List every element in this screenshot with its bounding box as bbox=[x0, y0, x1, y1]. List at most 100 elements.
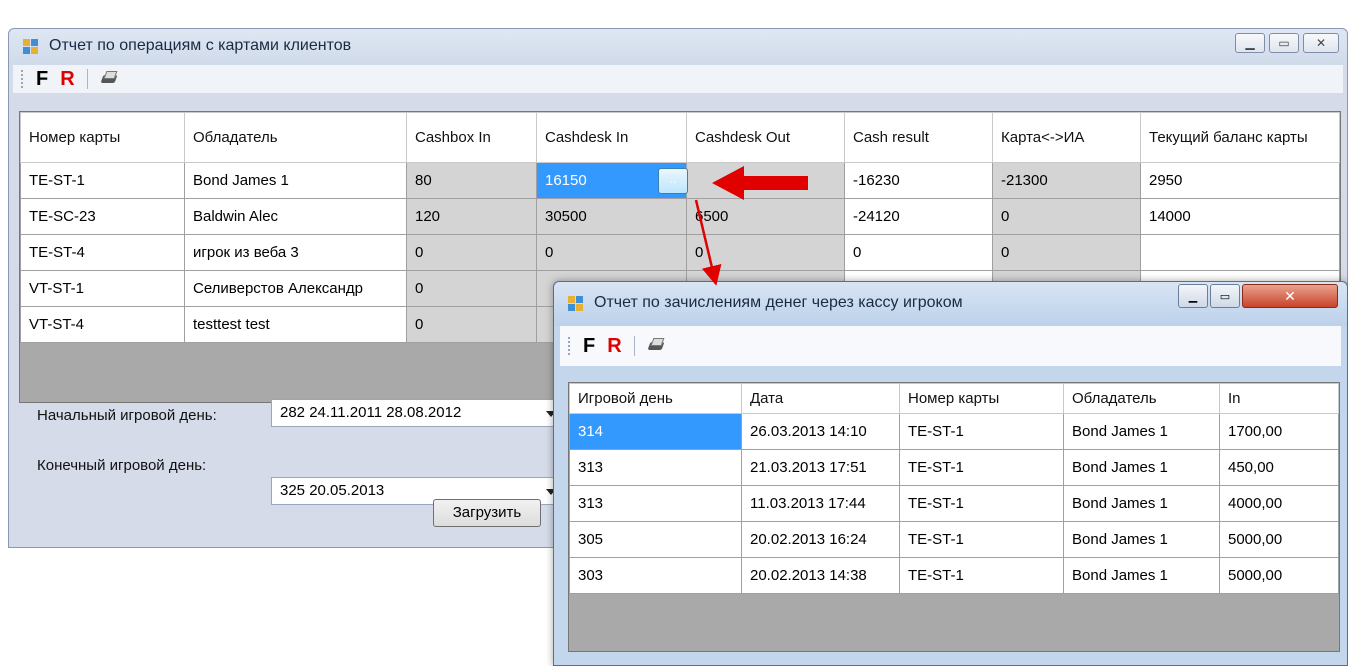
col-header-cashbox-in[interactable]: Cashbox In bbox=[406, 112, 537, 163]
cell[interactable]: 20.02.2013 16:24 bbox=[741, 521, 900, 558]
cell[interactable]: 305 bbox=[569, 521, 742, 558]
cell[interactable]: testtest test bbox=[184, 306, 407, 343]
refresh-r-button[interactable]: R bbox=[60, 68, 74, 91]
cell[interactable]: -24120 bbox=[844, 198, 993, 235]
col-header-cash-result[interactable]: Cash result bbox=[844, 112, 993, 163]
cell[interactable]: 303 bbox=[569, 557, 742, 594]
main-window-titlebar[interactable]: Отчет по операциям с картами клиентов ▁ … bbox=[9, 29, 1347, 65]
table-row[interactable]: 313 21.03.2013 17:51 TE-ST-1 Bond James … bbox=[569, 449, 1339, 486]
cell[interactable]: 6500 bbox=[686, 198, 845, 235]
cell[interactable]: 2950 bbox=[1140, 162, 1340, 199]
detail-window-titlebar[interactable]: Отчет по зачислениям денег через кассу и… bbox=[554, 282, 1347, 326]
cell[interactable]: 0 bbox=[992, 198, 1141, 235]
cell[interactable]: 11.03.2013 17:44 bbox=[741, 485, 900, 522]
cell[interactable]: игрок из веба 3 bbox=[184, 234, 407, 271]
maximize-button[interactable]: ▭ bbox=[1210, 284, 1240, 308]
cell[interactable]: 120 bbox=[406, 198, 537, 235]
cell[interactable]: 21.03.2013 17:51 bbox=[741, 449, 900, 486]
table-row[interactable]: 305 20.02.2013 16:24 TE-ST-1 Bond James … bbox=[569, 521, 1339, 558]
cell[interactable]: 26.03.2013 14:10 bbox=[741, 413, 900, 450]
col-header-cashdesk-out[interactable]: Cashdesk Out bbox=[686, 112, 845, 163]
col-header-card-ia[interactable]: Карта<->ИА bbox=[992, 112, 1141, 163]
cell[interactable]: Bond James 1 bbox=[1063, 557, 1220, 594]
refresh-r-button[interactable]: R bbox=[607, 335, 621, 358]
cell[interactable]: TE-ST-1 bbox=[20, 162, 185, 199]
col-header-in[interactable]: In bbox=[1219, 383, 1339, 414]
cell[interactable]: Селиверстов Александр bbox=[184, 270, 407, 307]
cell[interactable]: VT-ST-1 bbox=[20, 270, 185, 307]
cell[interactable]: 0 bbox=[406, 234, 537, 271]
cell[interactable]: 1700,00 bbox=[1219, 413, 1339, 450]
col-header-game-day[interactable]: Игровой день bbox=[569, 383, 742, 414]
col-header-date[interactable]: Дата bbox=[741, 383, 900, 414]
table-row[interactable]: 303 20.02.2013 14:38 TE-ST-1 Bond James … bbox=[569, 557, 1339, 594]
filter-f-button[interactable]: F bbox=[36, 68, 48, 91]
cell[interactable]: 313 bbox=[569, 485, 742, 522]
close-button[interactable]: ✕ bbox=[1242, 284, 1338, 308]
minimize-button[interactable]: ▁ bbox=[1178, 284, 1208, 308]
col-header-balance[interactable]: Текущий баланс карты bbox=[1140, 112, 1340, 163]
col-header-cashdesk-in[interactable]: Cashdesk In bbox=[536, 112, 687, 163]
cell[interactable]: TE-ST-4 bbox=[20, 234, 185, 271]
minimize-button[interactable]: ▁ bbox=[1235, 33, 1265, 53]
col-header-card-number[interactable]: Номер карты bbox=[20, 112, 185, 163]
cell[interactable]: TE-ST-1 bbox=[899, 485, 1064, 522]
table-row[interactable]: TE-SC-23 Baldwin Alec 120 30500 6500 -24… bbox=[20, 198, 1340, 235]
cell[interactable]: Bond James 1 bbox=[1063, 413, 1220, 450]
cell[interactable]: 450,00 bbox=[1219, 449, 1339, 486]
col-header-owner[interactable]: Обладатель bbox=[1063, 383, 1220, 414]
cell[interactable]: 5000,00 bbox=[1219, 557, 1339, 594]
cell[interactable]: 313 bbox=[569, 449, 742, 486]
cell[interactable]: -21300 bbox=[992, 162, 1141, 199]
toolbar-grip[interactable] bbox=[568, 337, 571, 355]
cell[interactable]: -16230 bbox=[844, 162, 993, 199]
cell[interactable]: TE-ST-1 bbox=[899, 413, 1064, 450]
cell[interactable]: 0 bbox=[844, 234, 993, 271]
start-day-combo[interactable]: 282 24.11.2011 28.08.2012 bbox=[271, 399, 563, 427]
cell-selected[interactable]: 314 bbox=[569, 413, 742, 450]
cell[interactable]: Baldwin Alec bbox=[184, 198, 407, 235]
cell-detail-button[interactable]: .. bbox=[658, 168, 688, 194]
toolbar-grip[interactable] bbox=[21, 70, 24, 88]
cell[interactable]: 20.02.2013 14:38 bbox=[741, 557, 900, 594]
filter-f-button[interactable]: F bbox=[583, 335, 595, 358]
cell[interactable]: 30500 bbox=[536, 198, 687, 235]
minimize-icon: ▁ bbox=[1245, 36, 1255, 50]
cell[interactable]: 0 bbox=[406, 306, 537, 343]
cell[interactable]: Bond James 1 bbox=[1063, 485, 1220, 522]
cell[interactable] bbox=[1140, 234, 1340, 271]
cell[interactable]: VT-ST-4 bbox=[20, 306, 185, 343]
col-header-owner[interactable]: Обладатель bbox=[184, 112, 407, 163]
cell[interactable] bbox=[686, 162, 845, 199]
detail-toolbar: F R bbox=[560, 326, 1341, 366]
cell[interactable]: 5000,00 bbox=[1219, 521, 1339, 558]
close-button[interactable]: ✕ bbox=[1303, 33, 1339, 53]
cell[interactable]: TE-ST-1 bbox=[899, 449, 1064, 486]
cell[interactable]: 4000,00 bbox=[1219, 485, 1339, 522]
cell-selected[interactable]: 16150 .. bbox=[536, 162, 688, 199]
table-row[interactable]: TE-ST-4 игрок из веба 3 0 0 0 0 0 bbox=[20, 234, 1340, 271]
cell[interactable]: 0 bbox=[536, 234, 687, 271]
load-button[interactable]: Загрузить bbox=[433, 499, 541, 527]
cell[interactable]: Bond James 1 bbox=[1063, 521, 1220, 558]
col-header-card-number[interactable]: Номер карты bbox=[899, 383, 1064, 414]
table-row[interactable]: 314 26.03.2013 14:10 TE-ST-1 Bond James … bbox=[569, 413, 1339, 450]
cell[interactable]: Bond James 1 bbox=[1063, 449, 1220, 486]
cell[interactable]: 0 bbox=[992, 234, 1141, 271]
printer-icon[interactable] bbox=[100, 71, 118, 87]
cell[interactable]: 80 bbox=[406, 162, 537, 199]
cell[interactable]: TE-ST-1 bbox=[899, 557, 1064, 594]
cell[interactable]: 0 bbox=[406, 270, 537, 307]
table-row[interactable]: TE-ST-1 Bond James 1 80 16150 .. -16230 … bbox=[20, 162, 1340, 199]
cell[interactable]: TE-SC-23 bbox=[20, 198, 185, 235]
maximize-button[interactable]: ▭ bbox=[1269, 33, 1299, 53]
printer-icon[interactable] bbox=[647, 338, 665, 354]
detail-grid[interactable]: Игровой день Дата Номер карты Обладатель… bbox=[568, 382, 1340, 652]
table-row[interactable]: 313 11.03.2013 17:44 TE-ST-1 Bond James … bbox=[569, 485, 1339, 522]
cell[interactable]: TE-ST-1 bbox=[899, 521, 1064, 558]
start-day-value: 282 24.11.2011 28.08.2012 bbox=[280, 404, 462, 421]
cell[interactable]: 14000 bbox=[1140, 198, 1340, 235]
close-icon: ✕ bbox=[1284, 287, 1296, 304]
cell[interactable]: Bond James 1 bbox=[184, 162, 407, 199]
cell[interactable]: 0 bbox=[686, 234, 845, 271]
